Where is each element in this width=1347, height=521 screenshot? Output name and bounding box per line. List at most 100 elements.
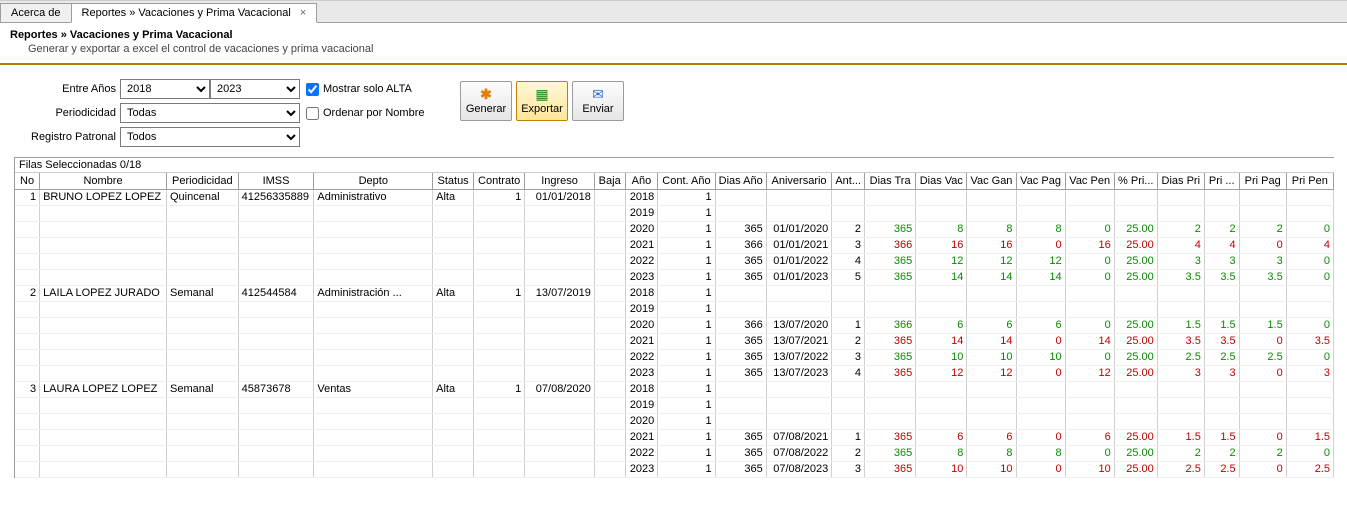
column-header[interactable]: Pri ... — [1204, 173, 1239, 189]
cell[interactable]: 2021 — [625, 237, 658, 253]
cell[interactable]: 6 — [967, 429, 1016, 445]
cell[interactable]: 8 — [1016, 221, 1065, 237]
cell[interactable] — [594, 301, 625, 317]
cell[interactable] — [474, 445, 525, 461]
cell[interactable]: 365 — [865, 253, 916, 269]
cell[interactable]: 2022 — [625, 445, 658, 461]
cell[interactable]: 1.5 — [1239, 317, 1286, 333]
cell[interactable]: 25.00 — [1114, 365, 1157, 381]
cell[interactable]: 2 — [1157, 445, 1204, 461]
cell[interactable]: 3 — [15, 381, 40, 397]
cell[interactable]: 2022 — [625, 253, 658, 269]
cell[interactable] — [916, 285, 967, 301]
cell[interactable] — [832, 301, 865, 317]
cell[interactable]: 1.5 — [1204, 429, 1239, 445]
cell[interactable] — [166, 221, 238, 237]
table-row[interactable]: 20191 — [15, 397, 1334, 413]
cell[interactable]: 2.5 — [1157, 349, 1204, 365]
cell[interactable] — [766, 205, 832, 221]
cell[interactable]: 4 — [1286, 237, 1333, 253]
cell[interactable]: 1 — [658, 189, 715, 205]
cell[interactable] — [433, 317, 474, 333]
grid-table[interactable]: NoNombrePeriodicidadIMSSDeptoStatusContr… — [15, 173, 1334, 478]
cell[interactable] — [1157, 189, 1204, 205]
cell[interactable]: 25.00 — [1114, 221, 1157, 237]
cell[interactable]: 0 — [1286, 253, 1333, 269]
cell[interactable] — [865, 301, 916, 317]
cell[interactable] — [1016, 413, 1065, 429]
column-header[interactable]: Periodicidad — [166, 173, 238, 189]
table-row[interactable]: 1BRUNO LOPEZ LOPEZQuincenal41256335889Ad… — [15, 189, 1334, 205]
cell[interactable]: 0 — [1239, 333, 1286, 349]
cell[interactable] — [166, 397, 238, 413]
cell[interactable] — [166, 269, 238, 285]
cell[interactable] — [1204, 413, 1239, 429]
cell[interactable] — [238, 205, 314, 221]
cell[interactable]: 0 — [1065, 349, 1114, 365]
cell[interactable]: 25.00 — [1114, 429, 1157, 445]
cell[interactable] — [433, 301, 474, 317]
cell[interactable] — [832, 413, 865, 429]
cell[interactable] — [40, 429, 167, 445]
cell[interactable]: 0 — [1065, 269, 1114, 285]
cell[interactable] — [1204, 205, 1239, 221]
cell[interactable] — [474, 269, 525, 285]
cell[interactable] — [1114, 413, 1157, 429]
cell[interactable] — [474, 221, 525, 237]
cell[interactable]: 16 — [967, 237, 1016, 253]
cell[interactable]: 365 — [865, 269, 916, 285]
cell[interactable]: 0 — [1065, 253, 1114, 269]
cell[interactable]: 01/01/2023 — [766, 269, 832, 285]
cell[interactable]: 8 — [916, 221, 967, 237]
cell[interactable] — [314, 333, 433, 349]
cell[interactable] — [916, 301, 967, 317]
column-header[interactable]: Nombre — [40, 173, 167, 189]
cell[interactable]: 8 — [1016, 445, 1065, 461]
cell[interactable]: 13/07/2019 — [525, 285, 595, 301]
cell[interactable] — [166, 349, 238, 365]
cell[interactable]: 1 — [658, 365, 715, 381]
cell[interactable]: 1 — [474, 381, 525, 397]
cell[interactable]: 1 — [658, 333, 715, 349]
cell[interactable]: 1 — [658, 461, 715, 477]
cell[interactable] — [1065, 301, 1114, 317]
cell[interactable] — [594, 397, 625, 413]
cell[interactable]: 2023 — [625, 269, 658, 285]
cell[interactable]: 14 — [967, 333, 1016, 349]
cell[interactable]: 365 — [865, 221, 916, 237]
cell[interactable]: 3.5 — [1157, 333, 1204, 349]
cell[interactable] — [166, 461, 238, 477]
cell[interactable] — [314, 461, 433, 477]
cell[interactable]: 2021 — [625, 429, 658, 445]
cell[interactable] — [314, 349, 433, 365]
cell[interactable] — [865, 397, 916, 413]
cell[interactable] — [967, 397, 1016, 413]
cell[interactable] — [433, 365, 474, 381]
cell[interactable]: 12 — [916, 365, 967, 381]
cell[interactable]: 6 — [916, 317, 967, 333]
table-row[interactable]: 2021136507/08/20211365660625.001.51.501.… — [15, 429, 1334, 445]
cell[interactable] — [238, 461, 314, 477]
cell[interactable] — [1204, 189, 1239, 205]
cell[interactable] — [433, 397, 474, 413]
cell[interactable] — [238, 253, 314, 269]
cell[interactable] — [594, 237, 625, 253]
column-header[interactable]: Vac Pen — [1065, 173, 1114, 189]
cell[interactable] — [1065, 285, 1114, 301]
cell[interactable] — [525, 237, 595, 253]
cell[interactable] — [832, 285, 865, 301]
column-header[interactable]: Pri Pag — [1239, 173, 1286, 189]
cell[interactable] — [715, 413, 766, 429]
cell[interactable] — [525, 333, 595, 349]
cell[interactable] — [1114, 205, 1157, 221]
table-row[interactable]: 2022136501/01/20224365121212025.003330 — [15, 253, 1334, 269]
cell[interactable]: 8 — [916, 445, 967, 461]
cell[interactable]: 0 — [1016, 461, 1065, 477]
cell[interactable]: 4 — [1157, 237, 1204, 253]
cell[interactable] — [1016, 285, 1065, 301]
cell[interactable]: 2019 — [625, 397, 658, 413]
cell[interactable]: 3 — [1286, 365, 1333, 381]
table-row[interactable]: 3LAURA LOPEZ LOPEZSemanal45873678VentasA… — [15, 381, 1334, 397]
cell[interactable] — [238, 413, 314, 429]
cell[interactable] — [967, 285, 1016, 301]
